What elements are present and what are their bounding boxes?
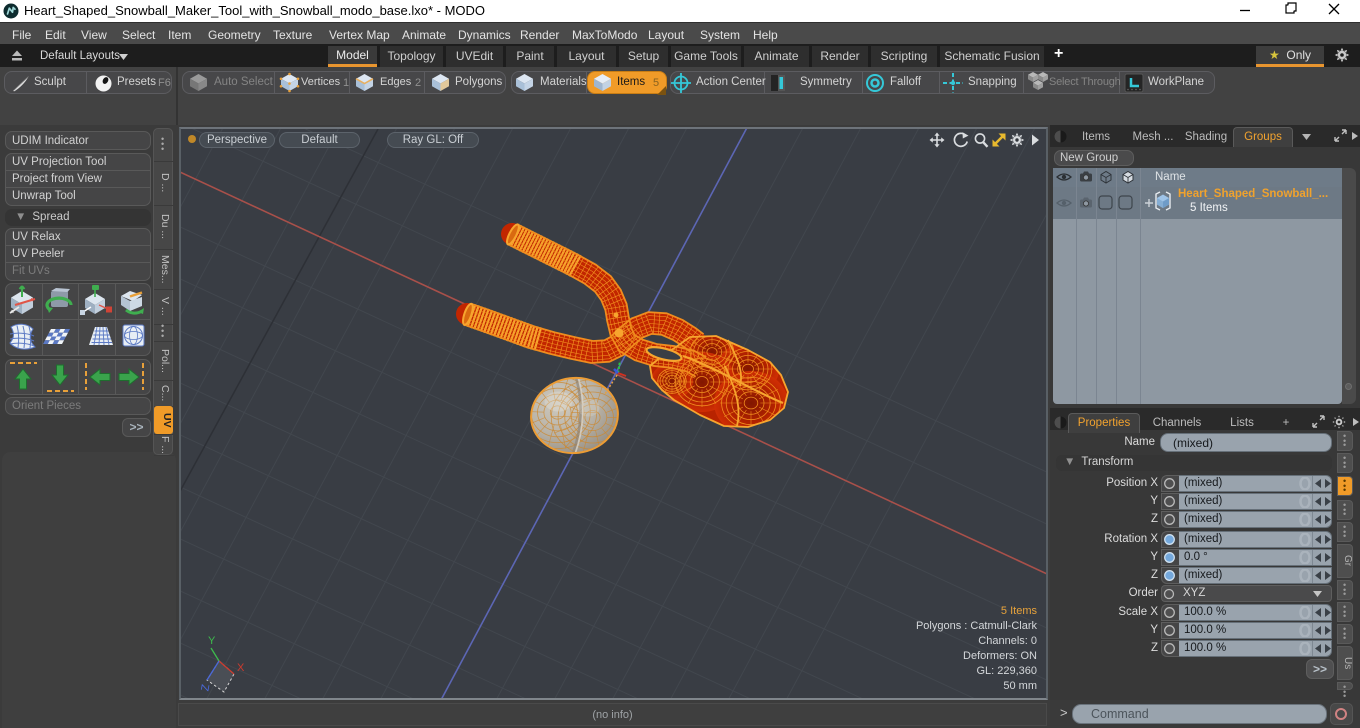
svg-text:X: X	[237, 662, 245, 674]
svg-text:Z: Z	[199, 683, 212, 692]
svg-text:Y: Y	[208, 635, 216, 647]
